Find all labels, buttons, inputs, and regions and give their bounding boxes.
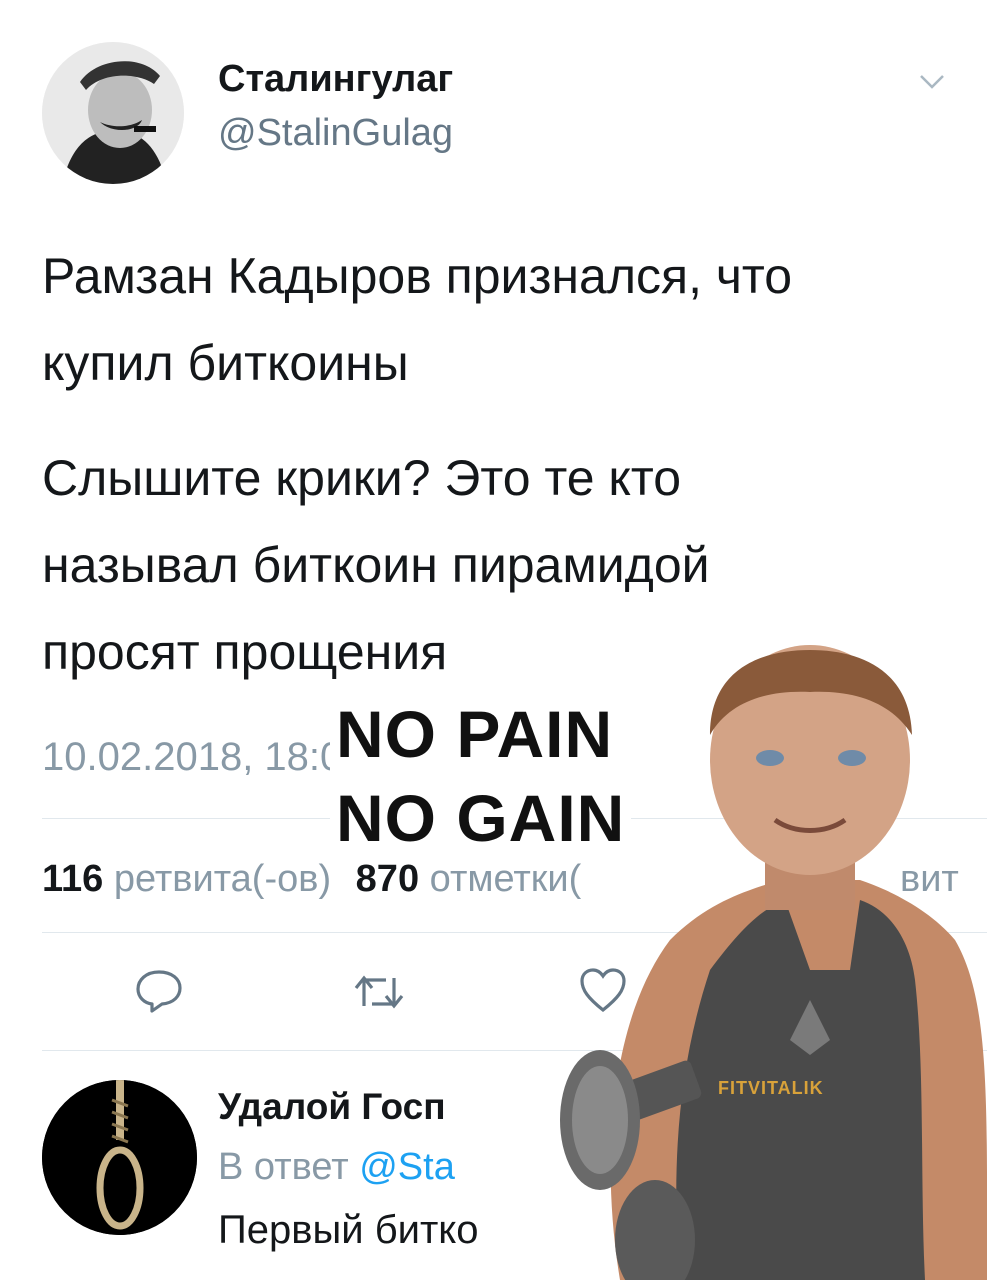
tweet-stats: 116 ретвита(-ов) 870 отметки(: [42, 858, 581, 901]
overlay-person-image: [560, 645, 987, 1280]
meme-caption-line2: NO GAIN: [330, 780, 632, 856]
tweet-text-line: Рамзан Кадыров признался, что: [42, 248, 793, 304]
likes-label[interactable]: отметки(: [430, 858, 582, 900]
reply-text: Первый битко: [218, 1208, 479, 1252]
reply-author-avatar[interactable]: [42, 1080, 197, 1235]
shirt-logo: FITVITALIK: [718, 1078, 824, 1098]
retweet-icon[interactable]: [352, 972, 406, 1012]
reply-context: В ответ @Sta: [218, 1146, 455, 1189]
likes-count[interactable]: 870: [356, 858, 419, 900]
retweets-label[interactable]: ретвита(-ов): [114, 858, 331, 900]
reply-author-name[interactable]: Удалой Госп: [218, 1086, 446, 1128]
tweet-text-line: купил биткоины: [42, 335, 409, 391]
author-avatar[interactable]: [42, 42, 184, 184]
retweets-count[interactable]: 116: [42, 858, 103, 900]
author-avatar-image: [42, 42, 184, 184]
author-name[interactable]: Сталингулаг: [218, 58, 453, 101]
meme-caption-line1: NO PAIN: [330, 696, 620, 772]
tweet-text-line: называл биткоин пирамидой: [42, 537, 710, 593]
tweet-text-line: Слышите крики? Это те кто: [42, 450, 682, 506]
tweet-text-line: просят прощения: [42, 624, 448, 680]
reply-prefix: В ответ: [218, 1146, 349, 1188]
author-handle[interactable]: @StalinGulag: [218, 112, 453, 155]
reply-mention[interactable]: @Sta: [359, 1146, 455, 1188]
noose-icon: [42, 1080, 197, 1235]
tweet-timestamp[interactable]: 10.02.2018, 18:03: [42, 735, 365, 780]
chevron-down-icon[interactable]: [918, 72, 946, 92]
reply-icon[interactable]: [134, 968, 184, 1014]
